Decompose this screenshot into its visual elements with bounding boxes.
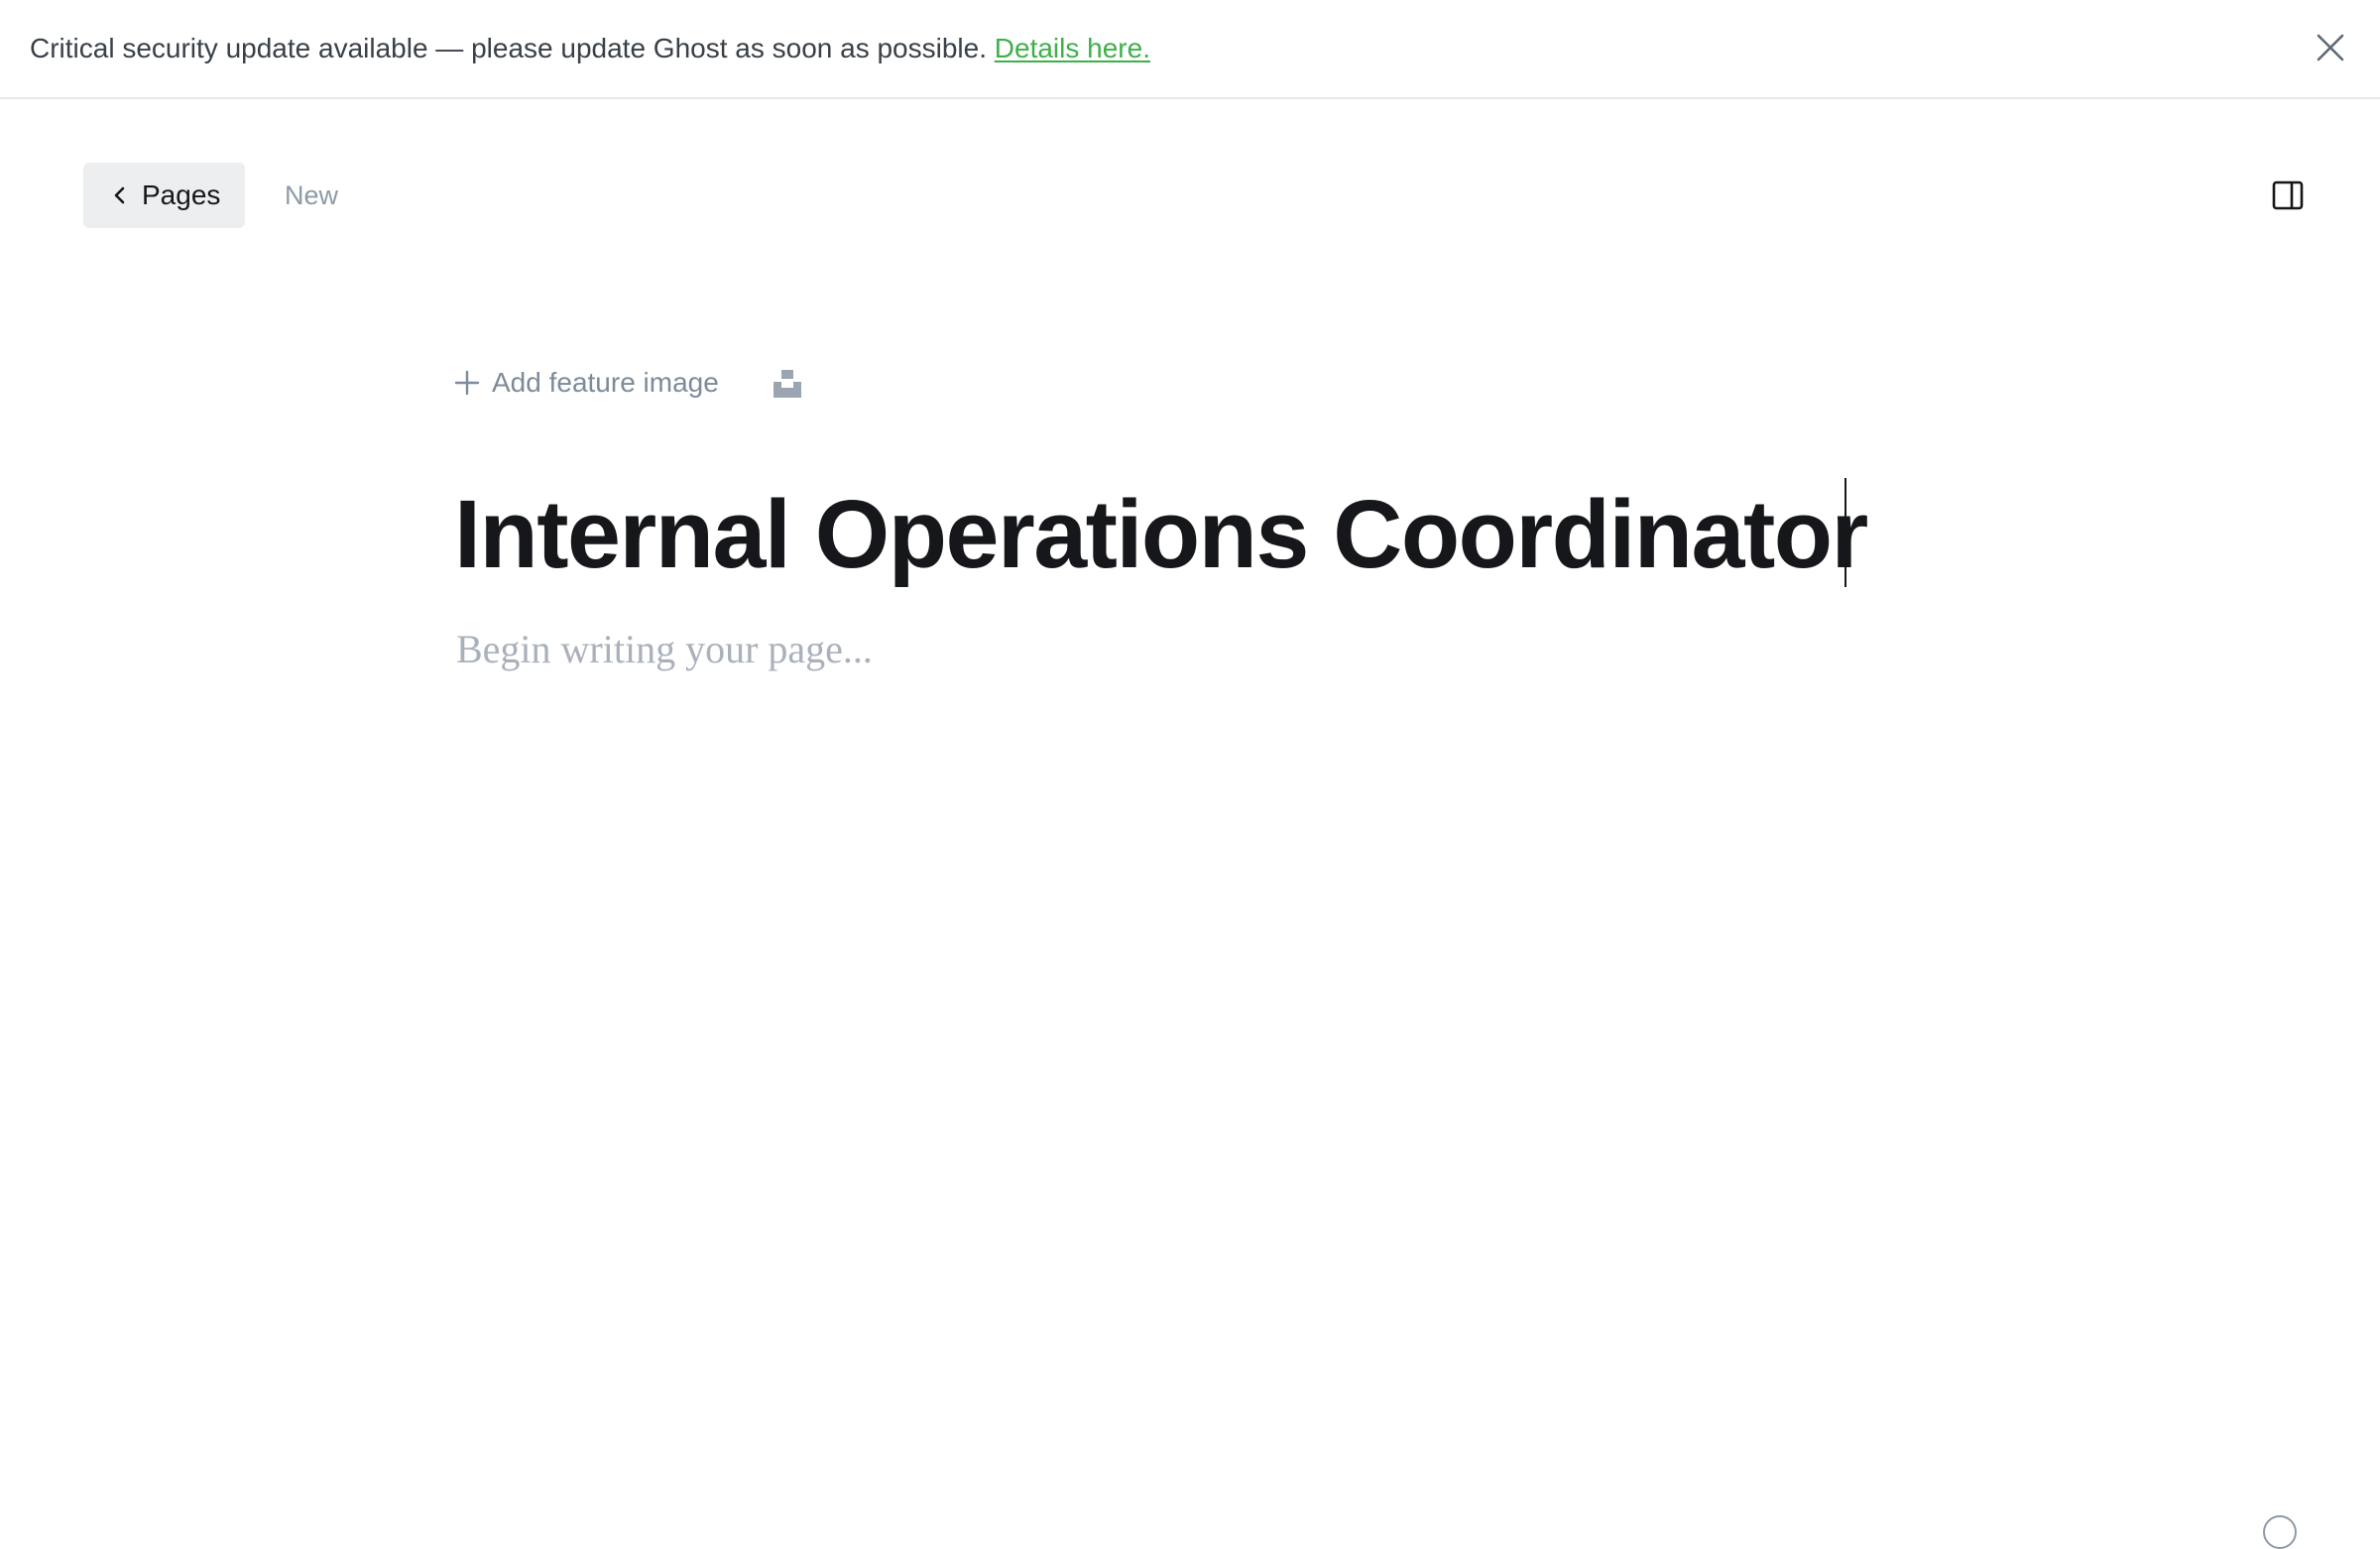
unsplash-icon[interactable] — [773, 369, 802, 399]
plus-icon — [454, 370, 480, 396]
alert-message: Critical security update available — ple… — [30, 33, 987, 63]
back-to-pages-button[interactable]: Pages — [83, 163, 245, 228]
page-body-editor[interactable]: Begin writing your page... — [456, 623, 873, 676]
sidebar-panel-icon[interactable] — [2271, 179, 2305, 212]
page-title[interactable]: Internal Operations Coordinator — [454, 470, 1868, 599]
chevron-left-icon — [107, 182, 133, 208]
alert-details-link[interactable]: Details here. — [995, 33, 1150, 63]
back-button-label: Pages — [142, 179, 221, 210]
post-status: New — [285, 180, 339, 210]
text-caret — [1844, 478, 1846, 587]
add-feature-image-label: Add feature image — [492, 367, 719, 398]
close-icon[interactable] — [2313, 30, 2348, 65]
help-icon[interactable] — [2263, 1515, 2297, 1549]
add-feature-image-button[interactable]: Add feature image — [454, 363, 719, 403]
alert-text: Critical security update available — ple… — [30, 30, 1150, 67]
security-alert-bar: Critical security update available — ple… — [0, 0, 2380, 99]
